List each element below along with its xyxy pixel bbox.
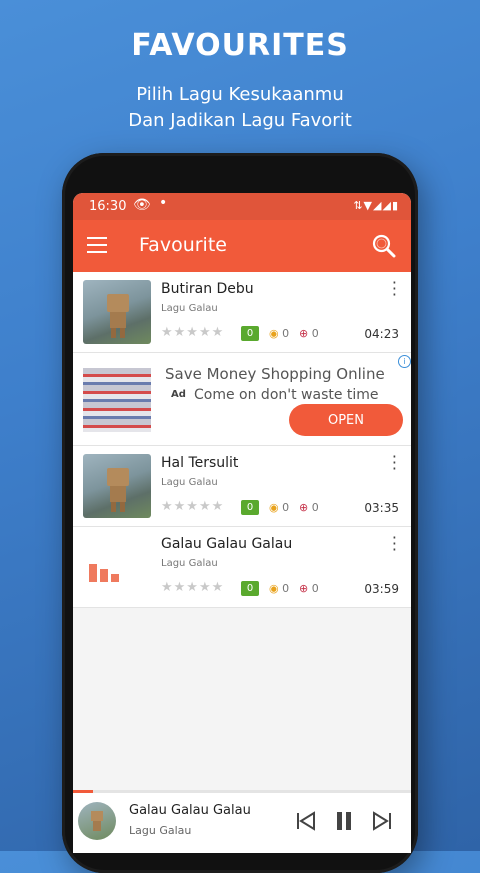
song-item[interactable]: Hal Tersulit Lagu Galau · · · ★★★★★ 0 ◉ 0 … — [73, 446, 411, 527]
download-count: ⊕ 0 — [299, 501, 319, 514]
eye-icon: ◉ — [269, 501, 279, 514]
song-artist: Lagu Galau — [161, 558, 218, 569]
rating-stars[interactable]: ★★★★★ — [161, 499, 224, 514]
notification-dot: • — [159, 195, 168, 211]
equalizer-thumbnail — [83, 535, 151, 599]
search-icon[interactable] — [371, 233, 397, 259]
ad-banner[interactable]: Save Money Shopping Online Ad Come on do… — [73, 353, 411, 446]
ad-info-icon[interactable]: i — [398, 355, 411, 368]
pause-icon[interactable] — [333, 810, 355, 832]
song-artist: Lagu Galau — [161, 477, 218, 488]
promo-subtitle-line1: Pilih Lagu Kesukaanmu — [136, 84, 344, 105]
ad-title: Save Money Shopping Online — [165, 365, 385, 383]
mini-player[interactable]: Galau Galau Galau Lagu Galau — [73, 790, 411, 853]
eye-icon: ◉ — [269, 582, 279, 595]
download-count: ⊕ 0 — [299, 327, 319, 340]
download-count-value: 0 — [311, 327, 319, 340]
hamburger-menu-icon[interactable] — [87, 237, 107, 253]
promo-title: FAVOURITES — [131, 28, 349, 63]
more-options-icon[interactable]: · · · — [392, 449, 397, 477]
view-count-value: 0 — [282, 327, 290, 340]
download-count-value: 0 — [311, 582, 319, 595]
ad-image — [83, 368, 151, 432]
player-progress-bar[interactable] — [73, 790, 94, 793]
download-icon: ⊕ — [299, 501, 309, 514]
view-count: ◉ 0 — [269, 327, 289, 340]
player-song-artist: Lagu Galau — [129, 824, 192, 837]
favourite-list: Butiran Debu Lagu Galau · · · ★★★★★ 0 ◉ 0 … — [73, 272, 411, 608]
promo-subtitle-line2: Dan Jadikan Lagu Favorit — [128, 110, 352, 131]
song-thumbnail — [83, 454, 151, 518]
song-title: Hal Tersulit — [161, 455, 239, 471]
download-count-value: 0 — [311, 501, 319, 514]
ad-open-button[interactable]: OPEN — [289, 404, 403, 436]
rating-badge: 0 — [241, 500, 259, 515]
player-thumbnail — [78, 802, 116, 840]
song-duration: 04:23 — [364, 327, 399, 341]
download-icon: ⊕ — [299, 582, 309, 595]
more-options-icon[interactable]: · · · — [392, 275, 397, 303]
rating-stars[interactable]: ★★★★★ — [161, 580, 224, 595]
download-icon: ⊕ — [299, 327, 309, 340]
status-icons: ⇅▼◢◢▮ — [353, 199, 399, 212]
song-duration: 03:35 — [364, 501, 399, 515]
promo-subtitle: Pilih Lagu Kesukaanmu Dan Jadikan Lagu F… — [0, 82, 480, 134]
view-count-value: 0 — [282, 582, 290, 595]
song-item[interactable]: Butiran Debu Lagu Galau · · · ★★★★★ 0 ◉ 0 … — [73, 272, 411, 353]
download-count: ⊕ 0 — [299, 582, 319, 595]
phone-screen: 16:30 👁 • ⇅▼◢◢▮ Favourite Butiran Debu L… — [73, 193, 411, 853]
view-count: ◉ 0 — [269, 501, 289, 514]
view-count-value: 0 — [282, 501, 290, 514]
next-icon[interactable] — [371, 810, 393, 832]
rating-badge: 0 — [241, 581, 259, 596]
song-duration: 03:59 — [364, 582, 399, 596]
eye-icon: 👁 — [133, 197, 151, 213]
app-bar-title: Favourite — [139, 234, 227, 256]
status-bar: 16:30 👁 • ⇅▼◢◢▮ — [73, 193, 411, 220]
player-song-title: Galau Galau Galau — [129, 803, 251, 818]
song-item[interactable]: Galau Galau Galau Lagu Galau · · · ★★★★★ 0… — [73, 527, 411, 608]
rating-badge: 0 — [241, 326, 259, 341]
status-time: 16:30 — [89, 199, 127, 214]
app-bar: Favourite — [73, 220, 411, 272]
song-title: Butiran Debu — [161, 281, 254, 297]
song-artist: Lagu Galau — [161, 303, 218, 314]
song-thumbnail — [83, 280, 151, 344]
more-options-icon[interactable]: · · · — [392, 530, 397, 558]
rating-stars[interactable]: ★★★★★ — [161, 325, 224, 340]
ad-description: Come on don't waste time — [194, 387, 379, 403]
eye-icon: ◉ — [269, 327, 279, 340]
ad-label: Ad — [171, 389, 186, 400]
song-title: Galau Galau Galau — [161, 536, 293, 552]
view-count: ◉ 0 — [269, 582, 289, 595]
previous-icon[interactable] — [295, 810, 317, 832]
